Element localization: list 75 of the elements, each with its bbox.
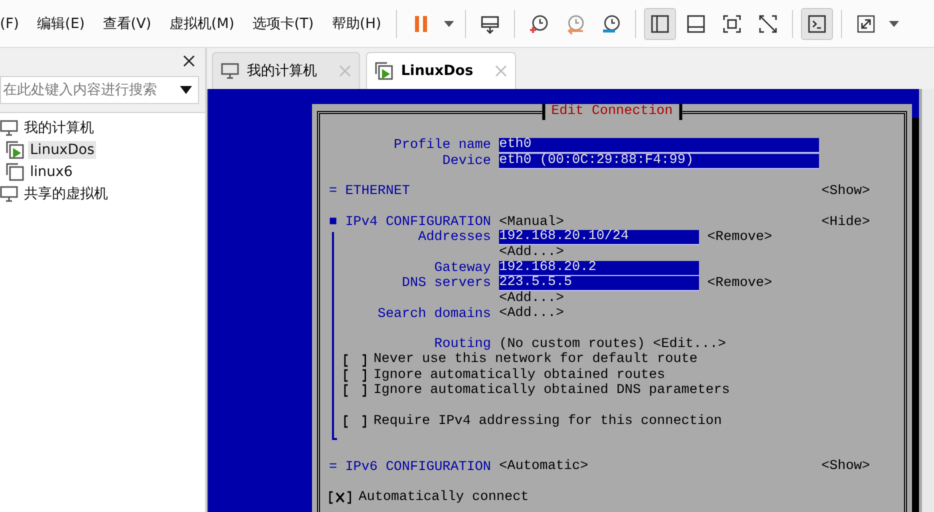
sidebar-layout-icon bbox=[649, 12, 672, 34]
close-icon bbox=[495, 65, 508, 77]
add-button[interactable]: <Add...> bbox=[499, 306, 564, 322]
input-field[interactable]: 192.168.20.10/24 bbox=[499, 230, 700, 246]
edit-button[interactable]: <Edit...> bbox=[653, 337, 726, 353]
toolbar-button[interactable] bbox=[644, 8, 676, 40]
vm-play-icon bbox=[375, 62, 393, 80]
checkbox-label: Ignore automatically obtained routes bbox=[373, 368, 666, 383]
toggle-button[interactable]: <Hide> bbox=[821, 214, 870, 230]
checkbox-label: Automatically connect bbox=[358, 490, 529, 506]
field-label: Search domains bbox=[376, 306, 492, 322]
fit-screen-icon bbox=[721, 12, 744, 34]
fullscreen-icon bbox=[855, 12, 878, 34]
monitor-icon bbox=[0, 186, 18, 202]
field-label: Routing bbox=[433, 337, 492, 352]
menu-item[interactable]: 选项卡(T) bbox=[243, 14, 323, 32]
toggle-button[interactable]: <Show> bbox=[821, 459, 870, 475]
tab[interactable]: LinuxDos bbox=[366, 52, 516, 89]
monitor-icon bbox=[0, 120, 18, 136]
add-button[interactable]: <Add...> bbox=[499, 291, 564, 307]
close-icon bbox=[339, 65, 351, 77]
menu-item[interactable]: 查看(V) bbox=[94, 14, 160, 32]
dropdown-icon bbox=[180, 86, 192, 94]
input-field[interactable]: 192.168.20.2 bbox=[499, 260, 700, 276]
tab[interactable]: 我的计算机 bbox=[212, 52, 360, 89]
section-title: IPv6 CONFIGURATION bbox=[345, 460, 492, 475]
section-title: IPv4 CONFIGURATION bbox=[345, 214, 492, 230]
field-label: DNS servers bbox=[400, 276, 492, 292]
section-marker: = bbox=[329, 184, 338, 200]
routes-summary: (No custom routes) bbox=[499, 337, 645, 352]
checkbox-label: Require IPv4 addressing for this connection bbox=[373, 414, 722, 429]
caret-icon bbox=[444, 20, 454, 26]
add-button[interactable]: <Add...> bbox=[499, 245, 564, 261]
toggle-button[interactable]: <Show> bbox=[821, 184, 870, 200]
checkbox-label: Never use this network for default route bbox=[373, 352, 698, 368]
menu-item[interactable]: 编辑(E) bbox=[28, 14, 94, 32]
close-icon bbox=[183, 55, 195, 67]
input-field[interactable]: eth0 (00:0C:29:88:F4:99) bbox=[499, 154, 820, 169]
monitor-icon bbox=[221, 63, 239, 79]
mode-dropdown[interactable]: <Automatic> bbox=[499, 459, 588, 475]
section-marker: = bbox=[329, 460, 338, 475]
bottom-panel-icon bbox=[685, 12, 708, 34]
checkbox[interactable] bbox=[329, 491, 352, 504]
input-field[interactable]: 223.5.5.5 bbox=[499, 276, 700, 292]
vm-icon bbox=[6, 163, 24, 181]
remove-button[interactable]: <Remove> bbox=[707, 276, 772, 292]
menu-item[interactable]: (F) bbox=[0, 16, 28, 32]
tree-item[interactable]: 共享的虚拟机 bbox=[22, 184, 110, 204]
tree-item[interactable]: 我的计算机 bbox=[22, 118, 96, 138]
checkbox[interactable] bbox=[344, 414, 366, 428]
vm-play-icon bbox=[6, 141, 24, 159]
field-label: Addresses bbox=[417, 230, 492, 246]
caret-icon bbox=[889, 20, 900, 26]
console-icon bbox=[806, 12, 828, 34]
section-title: ETHERNET bbox=[345, 184, 410, 200]
clock-plus-icon bbox=[528, 12, 550, 34]
section-marker: ■ bbox=[329, 214, 338, 230]
dialog-title: Edit Connection bbox=[542, 104, 682, 120]
tree-item[interactable]: linux6 bbox=[28, 163, 75, 181]
field-label: Device bbox=[441, 154, 492, 169]
search-field[interactable]: 在此处键入内容进行搜索 bbox=[0, 76, 199, 104]
toolbar-button[interactable] bbox=[801, 8, 834, 40]
input-field[interactable]: eth0 bbox=[499, 138, 820, 154]
mode-dropdown[interactable]: <Manual> bbox=[499, 214, 564, 230]
checkbox[interactable] bbox=[344, 368, 366, 382]
checkbox[interactable] bbox=[344, 354, 366, 367]
checkbox-label: Ignore automatically obtained DNS parameters bbox=[373, 383, 730, 398]
menu-item[interactable]: 帮助(H) bbox=[322, 14, 390, 32]
tree-item[interactable]: LinuxDos bbox=[28, 141, 96, 159]
field-label: Gateway bbox=[433, 260, 492, 276]
close-button[interactable] bbox=[183, 55, 197, 69]
menu-item[interactable]: 虚拟机(M) bbox=[160, 14, 244, 32]
checkbox[interactable] bbox=[344, 384, 366, 398]
remove-button[interactable]: <Remove> bbox=[707, 230, 772, 246]
field-label: Profile name bbox=[392, 138, 492, 154]
